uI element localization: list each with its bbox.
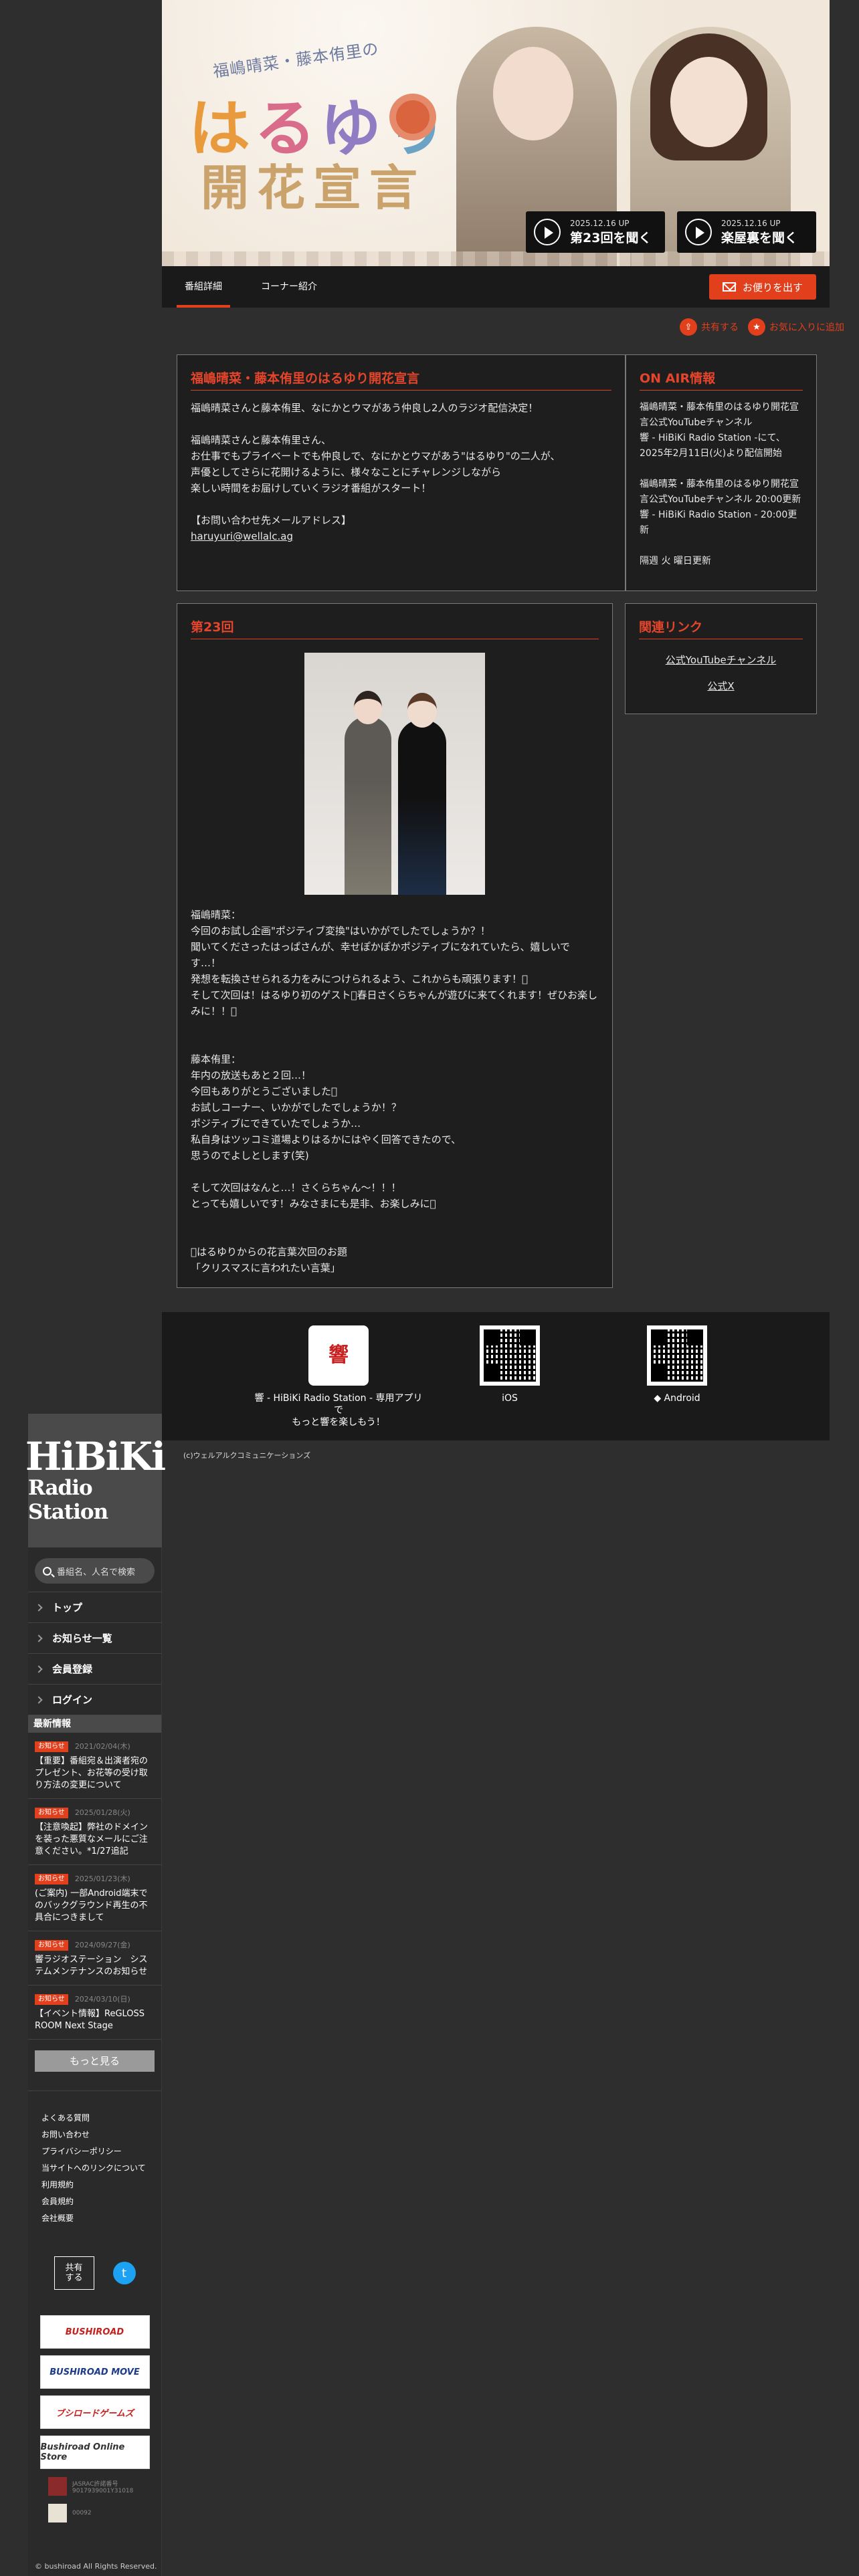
bushiroad-move-banner[interactable]: BUSHIROAD MOVE bbox=[39, 2355, 150, 2389]
company-link[interactable]: 会社概要 bbox=[41, 2210, 148, 2227]
onair-text: 福嶋晴菜・藤本侑里のはるゆり開花宣言公式YouTubeチャンネル 響 - HiB… bbox=[640, 402, 801, 566]
onair-title: ON AIR情報 bbox=[640, 368, 803, 391]
sidebar-item-register[interactable]: 会員登録 bbox=[28, 1654, 161, 1685]
bushiroad-games-banner[interactable]: ブシロードゲームズ bbox=[39, 2395, 150, 2429]
favorite-button[interactable]: ★ お気に入りに追加 bbox=[748, 318, 844, 336]
chevron-right-icon bbox=[35, 1695, 43, 1704]
news-badge: お知らせ bbox=[35, 1741, 68, 1752]
play-backstage-button[interactable]: 2025.12.16 UP 楽屋裏を聞く bbox=[677, 211, 816, 253]
twitter-icon[interactable]: t bbox=[112, 2262, 136, 2284]
jasrac-license: JASRAC許諾番号 9017939001Y31018 bbox=[28, 2477, 161, 2496]
sidebar-share: 共有 する t bbox=[28, 2256, 161, 2290]
star-icon: ★ bbox=[748, 318, 765, 336]
program-hero-banner: 福嶋晴菜・藤本侑里の はるゆり 開花宣言 2025.12.16 UP第23回を聞… bbox=[162, 0, 830, 266]
sidebar-item-top[interactable]: トップ bbox=[28, 1592, 161, 1623]
sidebar-item-news[interactable]: お知らせ一覧 bbox=[28, 1623, 161, 1654]
ios-qr-code bbox=[480, 1325, 540, 1386]
main-content: 福嶋晴菜・藤本侑里の はるゆり 開花宣言 2025.12.16 UP第23回を聞… bbox=[162, 0, 830, 308]
mail-icon bbox=[722, 282, 736, 292]
android-qr-code bbox=[647, 1325, 707, 1386]
tab-bar: 番組詳細 コーナー紹介 お便りを出す bbox=[162, 266, 830, 308]
faq-link[interactable]: よくある質問 bbox=[41, 2110, 148, 2127]
program-info-box: 福嶋晴菜・藤本侑里のはるゆり開花宣言 福嶋晴菜さんと藤本侑里、なにかとウマがあう… bbox=[177, 354, 626, 591]
related-title: 関連リンク bbox=[639, 617, 803, 639]
news-badge: お知らせ bbox=[35, 1940, 68, 1951]
official-x-link[interactable]: 公式X bbox=[639, 679, 803, 693]
search-input[interactable]: 番組名、人名で検索 bbox=[35, 1558, 155, 1584]
online-store-banner[interactable]: Bushiroad Online Store bbox=[39, 2436, 150, 2469]
chevron-right-icon bbox=[35, 1603, 43, 1612]
contact-email-link[interactable]: haruyuri@wellalc.ag bbox=[191, 530, 293, 542]
sidebar-nav: トップ お知らせ一覧 会員登録 ログイン bbox=[28, 1592, 161, 1715]
footer-links: よくある質問 お問い合わせ プライバシーポリシー 当サイトへのリンクについて 利… bbox=[28, 2090, 161, 2227]
program-title: 福嶋晴菜・藤本侑里のはるゆり開花宣言 bbox=[191, 368, 611, 391]
site-copyright: © bushiroad All Rights Reserved. bbox=[35, 2562, 157, 2571]
hibiki-app-promo[interactable]: 響 響 - HiBiKi Radio Station - 専用アプリで もっと響… bbox=[252, 1325, 425, 1428]
news-item[interactable]: お知らせ 2025/01/23(木) (ご案内) 一部Android端末でのバックグ… bbox=[28, 1865, 161, 1931]
play-episode-button[interactable]: 2025.12.16 UP 第23回を聞く bbox=[526, 211, 665, 253]
news-badge: お知らせ bbox=[35, 1874, 68, 1885]
ios-download[interactable]: iOS bbox=[423, 1325, 597, 1404]
onair-box: ON AIR情報 福嶋晴菜・藤本侑里のはるゆり開花宣言公式YouTubeチャンネ… bbox=[626, 354, 817, 591]
news-item[interactable]: お知らせ 2024/09/27(金) 響ラジオステーション システムメンテナンスのお… bbox=[28, 1931, 161, 1985]
news-badge: お知らせ bbox=[35, 1808, 68, 1818]
chevron-right-icon bbox=[35, 1634, 43, 1642]
terms-link[interactable]: 利用規約 bbox=[41, 2177, 148, 2193]
news-badge: お知らせ bbox=[35, 1994, 68, 2005]
search-icon bbox=[43, 1566, 52, 1576]
news-item[interactable]: お知らせ 2024/03/10(日) 【イベント情報】ReGLOSS ROOM Ne… bbox=[28, 1985, 161, 2040]
member-terms-link[interactable]: 会員規約 bbox=[41, 2193, 148, 2210]
episode-box: 第23回 福嶋晴菜： 今回のお試し企画"ポジティブ変換"はいかがでしたでしょうか… bbox=[177, 603, 613, 1288]
sidebar-item-login[interactable]: ログイン bbox=[28, 1685, 161, 1715]
jasrac-logo bbox=[48, 2477, 67, 2496]
linking-policy-link[interactable]: 当サイトへのリンクについて bbox=[41, 2160, 148, 2177]
news-item[interactable]: お知らせ 2025/01/28(火) 【注意喚起】弊社のドメインを装った悪質なメール… bbox=[28, 1799, 161, 1865]
app-download-bar: 響 響 - HiBiKi Radio Station - 専用アプリで もっと響… bbox=[162, 1312, 830, 1440]
hibiki-app-logo: 響 bbox=[308, 1325, 369, 1386]
tab-corner-intro[interactable]: コーナー紹介 bbox=[261, 266, 317, 308]
privacy-link[interactable]: プライバシーポリシー bbox=[41, 2143, 148, 2160]
related-links-box: 関連リンク 公式YouTubeチャンネル 公式X bbox=[625, 603, 817, 714]
chevron-right-icon bbox=[35, 1665, 43, 1673]
share-icon: ⇪ bbox=[680, 318, 697, 336]
news-header: 最新情報 bbox=[28, 1715, 161, 1733]
program-description: 福嶋晴菜さんと藤本侑里、なにかとウマがあう仲良し2人のラジオ配信決定！ 福嶋晴菜… bbox=[191, 402, 561, 542]
more-news-button[interactable]: もっと見る bbox=[35, 2050, 155, 2072]
tab-program-detail[interactable]: 番組詳細 bbox=[177, 266, 230, 308]
android-download[interactable]: ◆ Android bbox=[590, 1325, 764, 1404]
sidebar: HiBiKi Radio Station 番組名、人名で検索 トップ お知らせ一… bbox=[25, 1414, 166, 2576]
contact-link[interactable]: お問い合わせ bbox=[41, 2127, 148, 2143]
bushiroad-banner[interactable]: BUSHIROAD bbox=[39, 2315, 150, 2349]
share-actions: ⇪ 共有する ★ お気に入りに追加 bbox=[680, 318, 844, 336]
play-icon bbox=[534, 219, 561, 245]
share-site-button[interactable]: 共有 する bbox=[54, 2256, 94, 2290]
nextone-license: 00092 bbox=[28, 2504, 161, 2523]
program-copyright: (c)ウェルアルクコミュニケーションズ bbox=[183, 1451, 311, 1460]
episode-notes: 福嶋晴菜： 今回のお試し企画"ポジティブ変換"はいかがでしたでしょうか？！ 聞い… bbox=[191, 909, 598, 1274]
episode-title: 第23回 bbox=[191, 617, 599, 639]
share-button[interactable]: ⇪ 共有する bbox=[680, 318, 739, 336]
episode-photo bbox=[304, 653, 485, 895]
play-icon bbox=[685, 219, 712, 245]
hero-title-line2: 開花宣言 bbox=[201, 159, 426, 216]
news-item[interactable]: お知らせ 2021/02/04(木) 【重要】番組宛＆出演者宛のプレゼント、お花等の… bbox=[28, 1733, 161, 1799]
youtube-channel-link[interactable]: 公式YouTubeチャンネル bbox=[639, 653, 803, 667]
send-letter-button[interactable]: お便りを出す bbox=[709, 274, 816, 300]
flower-icon bbox=[396, 100, 430, 134]
license-logo bbox=[48, 2504, 67, 2523]
site-logo[interactable]: HiBiKi Radio Station bbox=[25, 1414, 166, 1547]
hero-pattern bbox=[162, 251, 830, 266]
